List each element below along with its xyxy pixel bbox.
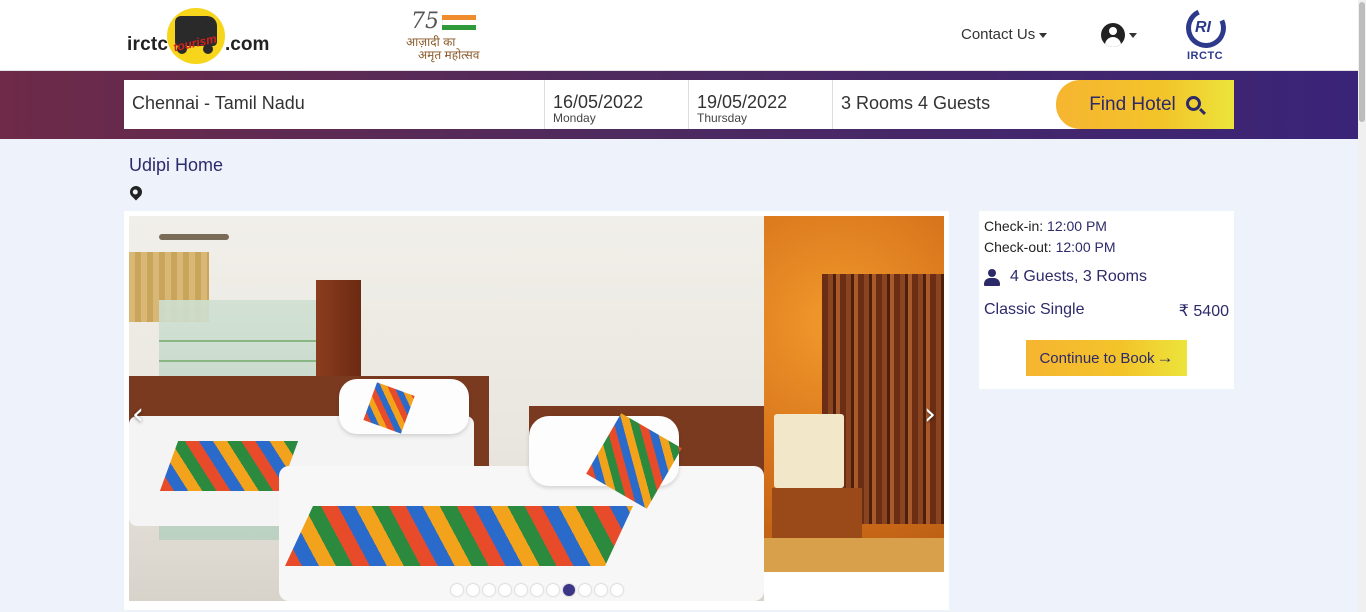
- carousel-dot[interactable]: [595, 584, 607, 596]
- carousel-dot[interactable]: [483, 584, 495, 596]
- rooms-guests-value: 3 Rooms 4 Guests: [841, 93, 991, 113]
- checkout-date-value: 19/05/2022: [697, 92, 788, 112]
- contact-us-label: Contact Us: [961, 26, 1036, 43]
- carousel-indicators: [451, 584, 623, 596]
- map-pin-icon[interactable]: [127, 183, 145, 201]
- carousel-slide-next: [764, 216, 944, 572]
- continue-to-book-button[interactable]: Continue to Book →: [1026, 340, 1187, 376]
- checkout-label: Check-out:: [984, 239, 1052, 255]
- carousel-dot[interactable]: [451, 584, 463, 596]
- azadi-ka-amrit-mahotsav-logo: 75 आज़ादी का अमृत महोत्सव: [404, 9, 484, 62]
- user-account-dropdown[interactable]: [1101, 23, 1137, 47]
- caret-down-icon: [1039, 32, 1048, 38]
- guests-rooms-row: 4 Guests, 3 Rooms: [984, 268, 1147, 286]
- azadi-number: 75: [411, 9, 439, 34]
- checkout-date-field[interactable]: 19/05/2022 Thursday: [689, 80, 833, 129]
- floor: [764, 538, 944, 572]
- checkin-date-value: 16/05/2022: [553, 92, 644, 112]
- contact-us-dropdown[interactable]: Contact Us: [961, 26, 1048, 43]
- irctc-logo-text: IRCTC: [1187, 50, 1224, 62]
- checkin-row: Check-in: 12:00 PM: [984, 218, 1107, 234]
- hotel-search-bar: Chennai - Tamil Nadu 16/05/2022 Monday 1…: [124, 80, 1234, 129]
- carousel-dot[interactable]: [531, 584, 543, 596]
- checkout-day-value: Thursday: [697, 111, 748, 125]
- search-band: Chennai - Tamil Nadu 16/05/2022 Monday 1…: [0, 71, 1358, 139]
- checkin-label: Check-in:: [984, 218, 1044, 234]
- city-value: Chennai - Tamil Nadu: [132, 93, 305, 113]
- carousel-slide-current: [129, 216, 764, 601]
- page-scrollbar[interactable]: [1358, 0, 1366, 612]
- irctc-mark: RI: [1195, 19, 1211, 36]
- user-circle-icon: [1101, 23, 1125, 47]
- site-header: irctc tourism .com 75 आज़ादी का अमृत महो…: [0, 0, 1366, 71]
- scrollbar-thumb[interactable]: [1359, 2, 1365, 122]
- bed-runner: [159, 441, 299, 491]
- carousel-prev-button[interactable]: ‹: [132, 397, 144, 432]
- hotel-image-carousel: ‹ ›: [124, 211, 949, 610]
- checkin-date-field[interactable]: 16/05/2022 Monday: [545, 80, 689, 129]
- arrow-right-icon: →: [1156, 348, 1174, 367]
- checkout-time: 12:00 PM: [1055, 239, 1116, 255]
- guests-rooms-value: 4 Guests, 3 Rooms: [1010, 268, 1147, 285]
- continue-label: Continue to Book: [1039, 349, 1155, 367]
- bed-runner: [285, 506, 633, 566]
- irctc-logo[interactable]: RI IRCTC: [1180, 2, 1232, 64]
- room-price: ₹ 5400: [1178, 303, 1229, 320]
- hotel-name: Udipi Home: [129, 155, 224, 175]
- logo-train-badge: tourism: [167, 8, 225, 64]
- carousel-next-button[interactable]: ›: [924, 397, 936, 432]
- carousel-dot[interactable]: [515, 584, 527, 596]
- find-hotel-label: Find Hotel: [1089, 93, 1176, 115]
- checkout-row: Check-out: 12:00 PM: [984, 239, 1116, 255]
- caret-down-icon: [1129, 33, 1137, 38]
- logo-text-com: .com: [225, 34, 270, 55]
- carousel-dot[interactable]: [547, 584, 559, 596]
- carousel-dot[interactable]: [499, 584, 511, 596]
- find-hotel-button[interactable]: Find Hotel: [1056, 80, 1234, 129]
- carousel-dot[interactable]: [579, 584, 591, 596]
- user-icon: [984, 268, 1000, 286]
- search-icon: [1185, 95, 1201, 111]
- checkin-time: 12:00 PM: [1047, 218, 1107, 234]
- logo-text-irctc: irctc: [127, 34, 169, 55]
- ceiling-fan: [159, 234, 229, 240]
- city-input[interactable]: Chennai - Tamil Nadu: [124, 80, 545, 129]
- india-flag-icon: [442, 15, 476, 31]
- stand: [772, 488, 862, 538]
- mini-fridge: [774, 414, 844, 488]
- irctc-tourism-logo[interactable]: irctc tourism .com: [127, 8, 272, 64]
- rooms-guests-field[interactable]: 3 Rooms 4 Guests: [833, 80, 1055, 129]
- room-type: Classic Single: [984, 301, 1085, 318]
- carousel-dot[interactable]: [563, 584, 575, 596]
- checkin-day-value: Monday: [553, 111, 596, 125]
- carousel-dot[interactable]: [611, 584, 623, 596]
- azadi-line2: अमृत महोत्सव: [418, 48, 480, 62]
- carousel-dot[interactable]: [467, 584, 479, 596]
- booking-summary-card: Check-in: 12:00 PM Check-out: 12:00 PM 4…: [979, 211, 1234, 389]
